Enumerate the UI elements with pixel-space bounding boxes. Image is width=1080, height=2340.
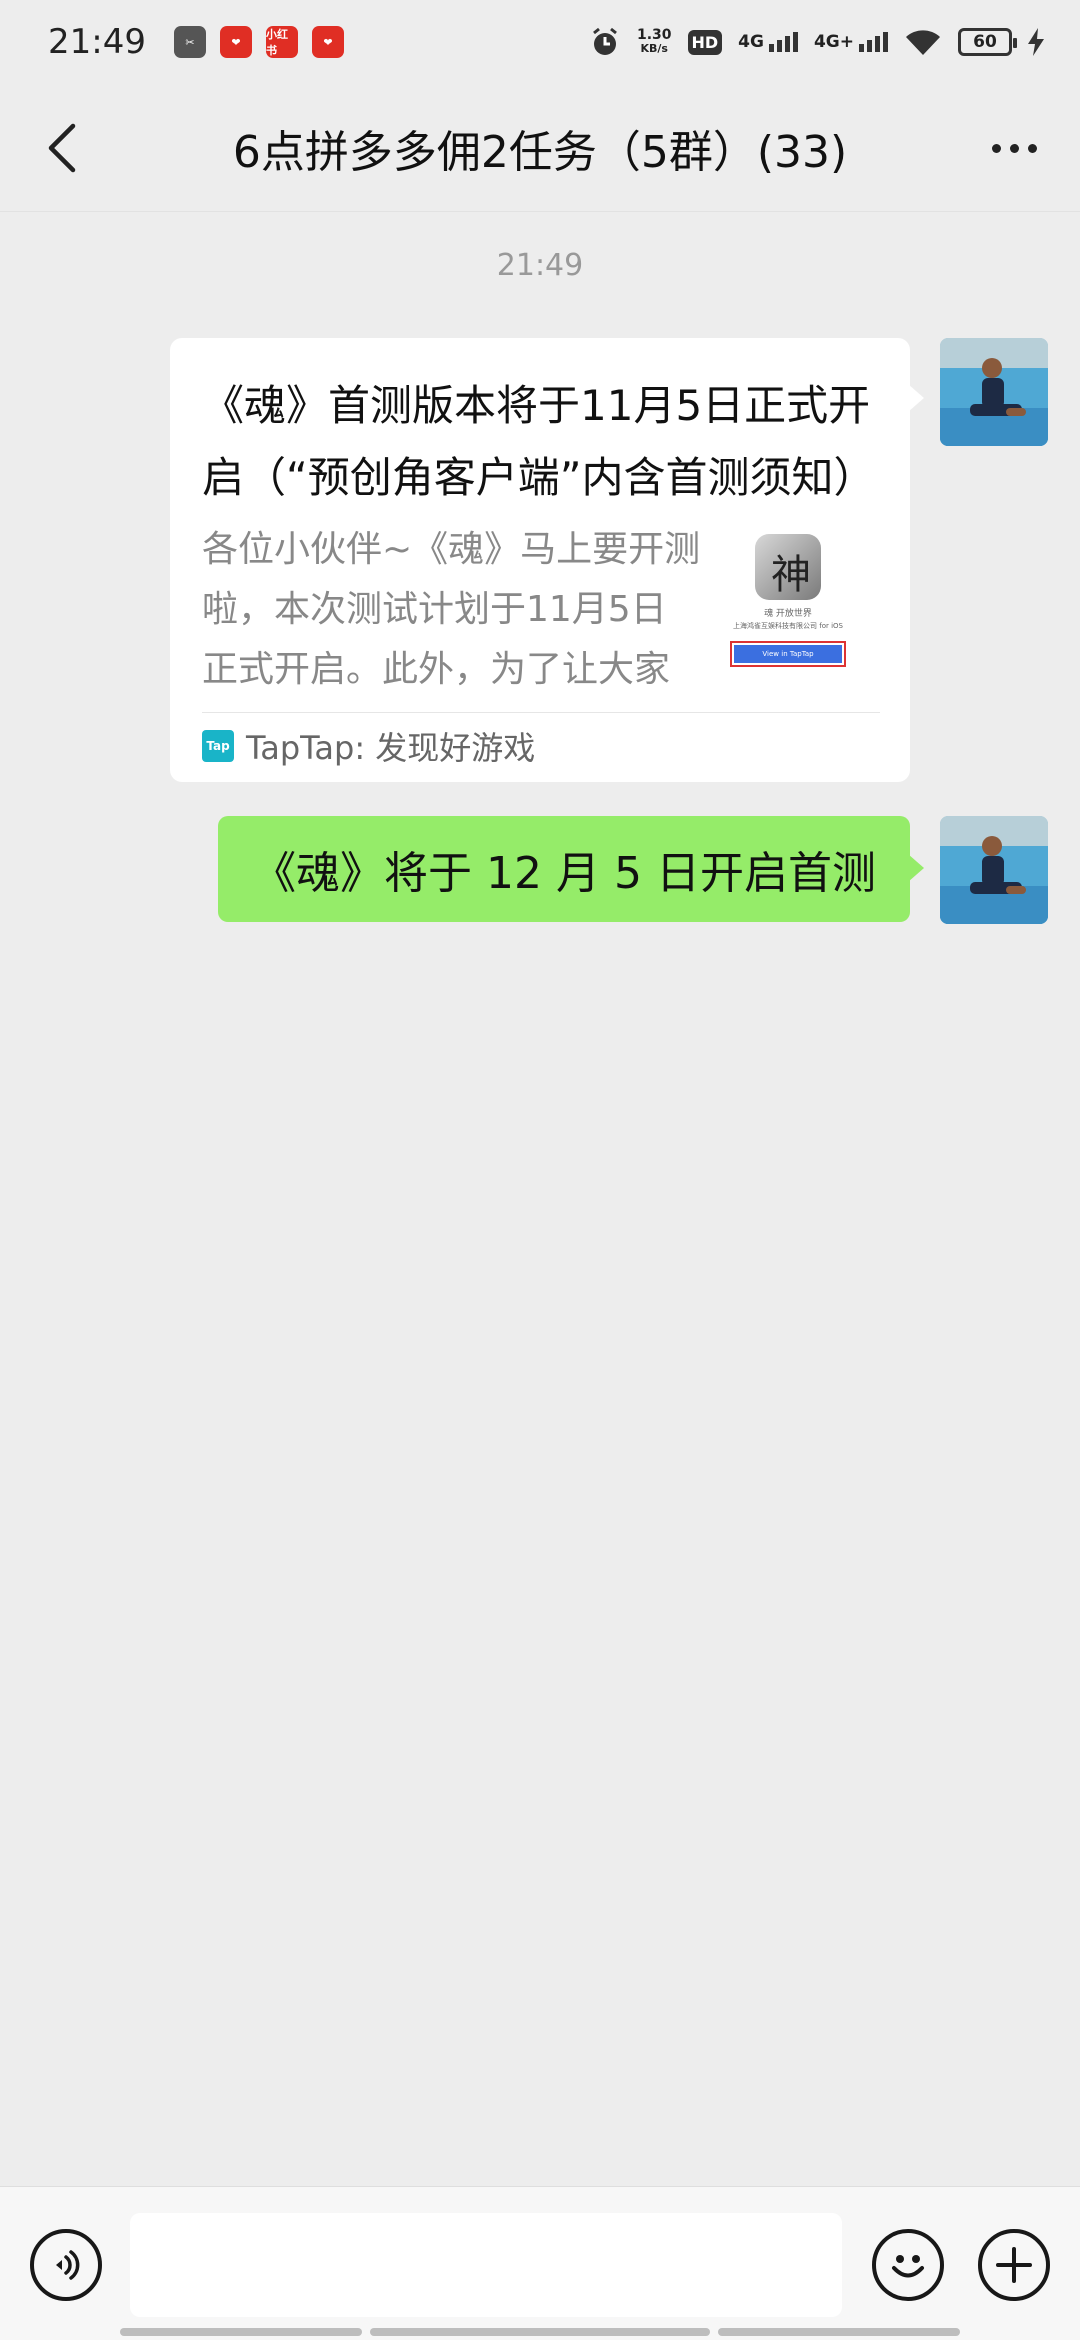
network-speed-value: 1.30 <box>636 27 672 43</box>
network-type-1: 4G <box>738 32 764 52</box>
thumbnail-caption: 魂 开放世界 <box>764 609 812 619</box>
signal-icon-2: 4G+ <box>814 32 888 52</box>
more-functions-button[interactable] <box>978 2229 1050 2301</box>
status-bar: 21:49 ✂ ❤ 小红书 ❤ 1.30 KB/s HD 4G 4G+ 60 <box>0 0 1080 84</box>
link-card-thumbnail: 神 魂 开放世界 上海鸿雀互娱科技有限公司 for iOS View in Ta… <box>718 520 858 700</box>
chat-title: 6点拼多多佣2任务（5群）(33) <box>232 126 848 178</box>
alarm-icon <box>593 27 617 55</box>
charging-icon <box>1028 28 1044 56</box>
wifi-icon <box>906 30 940 55</box>
link-card-message[interactable]: 《魂》首测版本将于11月5日正式开启（“预创角客户端”内含首测须知） 各位小伙伴… <box>170 338 924 782</box>
avatar[interactable] <box>940 816 1048 924</box>
voice-icon <box>56 2250 80 2280</box>
more-options-button[interactable] <box>982 120 1046 176</box>
source-name: TapTap: 发现好游戏 <box>246 729 536 767</box>
hd-voice-icon: HD <box>687 29 723 55</box>
network-speed-unit: KB/s <box>640 42 668 55</box>
link-card-source: Tap TapTap: 发现好游戏 <box>202 713 880 779</box>
status-indicators: 1.30 KB/s HD 4G 4G+ 60 <box>589 26 1044 58</box>
message-timestamp: 21:49 <box>496 248 584 283</box>
xiaohongshu-icon: 小红书 <box>265 26 298 58</box>
voice-input-button[interactable] <box>30 2229 102 2301</box>
link-card-title: 《魂》首测版本将于11月5日正式开启（“预创角客户端”内含首测须知） <box>202 381 876 502</box>
battery-icon: 60 <box>958 28 1017 56</box>
chat-header: 6点拼多多佣2任务（5群）(33) <box>0 84 1080 212</box>
plus-icon <box>996 2247 1032 2283</box>
game-app-icon-glyph: 神 <box>771 552 811 598</box>
avatar[interactable] <box>940 338 1048 446</box>
more-dots-icon <box>991 143 1001 153</box>
message-input[interactable] <box>130 2213 842 2317</box>
chevron-left-icon <box>48 123 76 173</box>
gesture-navigation-bar[interactable] <box>120 2328 960 2336</box>
thumbnail-button-frame: View in TapTap <box>730 641 846 667</box>
pinduoduo-icon: ❤ <box>311 26 344 58</box>
game-app-icon: 神 <box>755 534 821 600</box>
status-time: 21:49 <box>48 22 146 62</box>
taptap-logo-icon: Tap <box>202 730 234 762</box>
network-speed: 1.30 KB/s <box>637 28 672 56</box>
avatar-photo <box>940 338 1048 446</box>
text-message-bubble[interactable]: 《魂》将于 12 月 5 日开启首测 <box>218 816 924 922</box>
avatar-photo <box>940 816 1048 924</box>
signal-icon-1: 4G <box>738 32 798 52</box>
network-type-2: 4G+ <box>813 32 854 52</box>
smiley-icon <box>892 2255 924 2278</box>
pinduoduo-icon: ❤ <box>219 26 252 58</box>
back-button[interactable] <box>34 120 90 176</box>
thumbnail-caption-2: 上海鸿雀互娱科技有限公司 for iOS <box>733 622 843 630</box>
input-bar <box>0 2186 1080 2340</box>
link-card-description: 各位小伙伴~《魂》马上要开测啦，本次测试计划于11月5日正式开启。此外，为了让大… <box>202 529 701 690</box>
thumbnail-button: View in TapTap <box>734 645 842 663</box>
scissors-app-icon: ✂ <box>173 26 206 58</box>
emoji-button[interactable] <box>872 2229 944 2301</box>
notification-icons: ✂ ❤ 小红书 ❤ <box>173 26 344 58</box>
